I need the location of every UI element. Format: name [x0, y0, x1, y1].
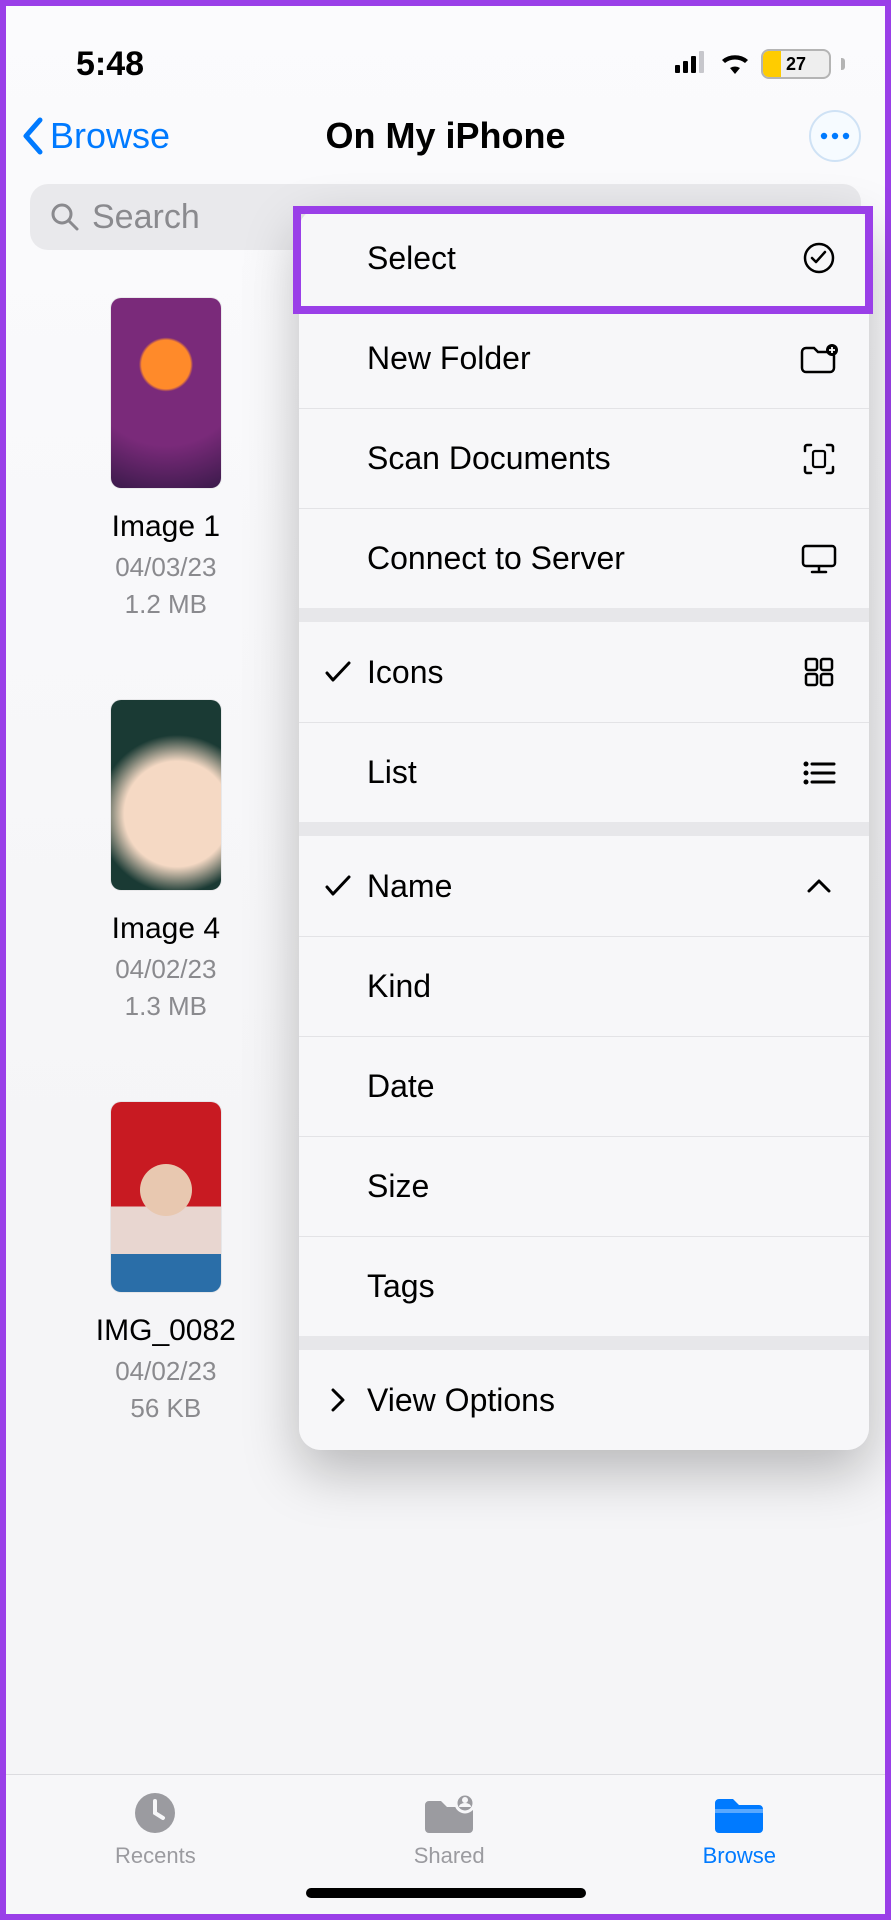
file-size: 1.2 MB	[125, 589, 207, 620]
menu-view-list[interactable]: List	[299, 722, 869, 822]
file-name: Image 1	[112, 510, 220, 544]
tab-label: Recents	[115, 1843, 196, 1869]
file-tile[interactable]: Image 1 04/03/23 1.2 MB	[36, 298, 296, 620]
menu-label: New Folder	[367, 340, 797, 377]
wifi-icon	[719, 50, 751, 79]
menu-sort-kind[interactable]: Kind	[299, 936, 869, 1036]
status-time: 5:48	[76, 45, 144, 84]
more-button[interactable]	[809, 110, 861, 162]
menu-new-folder[interactable]: New Folder	[299, 308, 869, 408]
context-menu: Select New Folder Scan Documents Connect…	[299, 208, 869, 1450]
back-label: Browse	[50, 115, 170, 157]
file-thumbnail	[111, 298, 221, 488]
file-thumbnail	[111, 1102, 221, 1292]
menu-connect-server[interactable]: Connect to Server	[299, 508, 869, 608]
menu-label: Name	[367, 868, 797, 905]
clock-icon	[131, 1789, 179, 1837]
grid-icon	[797, 656, 841, 688]
file-date: 04/02/23	[115, 1356, 216, 1387]
display-icon	[797, 543, 841, 575]
menu-label: List	[367, 754, 797, 791]
menu-label: Connect to Server	[367, 540, 797, 577]
search-placeholder: Search	[92, 198, 200, 237]
tab-shared[interactable]: Shared	[414, 1789, 485, 1869]
menu-label: Size	[367, 1168, 797, 1205]
tab-label: Shared	[414, 1843, 485, 1869]
menu-sort-date[interactable]: Date	[299, 1036, 869, 1136]
menu-label: View Options	[367, 1382, 797, 1419]
file-size: 56 KB	[130, 1393, 201, 1424]
checkmark-icon	[309, 660, 367, 684]
menu-label: Select	[367, 240, 797, 277]
chevron-left-icon	[20, 116, 46, 156]
folder-icon	[709, 1789, 769, 1837]
battery-level: 27	[763, 54, 829, 75]
tab-recents[interactable]: Recents	[115, 1789, 196, 1869]
file-date: 04/02/23	[115, 954, 216, 985]
checkmark-circle-icon	[797, 241, 841, 275]
tab-browse[interactable]: Browse	[703, 1789, 776, 1869]
menu-scan-documents[interactable]: Scan Documents	[299, 408, 869, 508]
file-date: 04/03/23	[115, 552, 216, 583]
menu-label: Scan Documents	[367, 440, 797, 477]
file-tile[interactable]: Image 4 04/02/23 1.3 MB	[36, 700, 296, 1022]
chevron-up-icon	[797, 877, 841, 895]
file-name: IMG_0082	[96, 1314, 236, 1348]
ellipsis-icon	[820, 132, 850, 140]
tab-label: Browse	[703, 1843, 776, 1869]
scan-icon	[797, 441, 841, 477]
back-button[interactable]: Browse	[20, 115, 170, 157]
file-tile[interactable]: IMG_0082 04/02/23 56 KB	[36, 1102, 296, 1424]
menu-sort-tags[interactable]: Tags	[299, 1236, 869, 1336]
status-bar: 5:48 27	[6, 6, 885, 96]
folder-plus-icon	[797, 344, 841, 374]
nav-header: Browse On My iPhone	[6, 96, 885, 176]
menu-select[interactable]: Select	[299, 208, 869, 308]
search-icon	[50, 202, 80, 232]
menu-view-options[interactable]: View Options	[299, 1350, 869, 1450]
menu-label: Kind	[367, 968, 797, 1005]
list-icon	[797, 760, 841, 786]
menu-sort-size[interactable]: Size	[299, 1136, 869, 1236]
chevron-right-icon	[309, 1386, 367, 1414]
battery-icon: 27	[761, 49, 831, 79]
menu-sort-name[interactable]: Name	[299, 836, 869, 936]
file-size: 1.3 MB	[125, 991, 207, 1022]
checkmark-icon	[309, 874, 367, 898]
file-thumbnail	[111, 700, 221, 890]
menu-label: Date	[367, 1068, 797, 1105]
menu-view-icons[interactable]: Icons	[299, 622, 869, 722]
shared-folder-icon	[419, 1789, 479, 1837]
signal-icon	[675, 51, 709, 78]
menu-label: Icons	[367, 654, 797, 691]
home-indicator	[306, 1888, 586, 1898]
file-name: Image 4	[112, 912, 220, 946]
menu-label: Tags	[367, 1268, 797, 1305]
